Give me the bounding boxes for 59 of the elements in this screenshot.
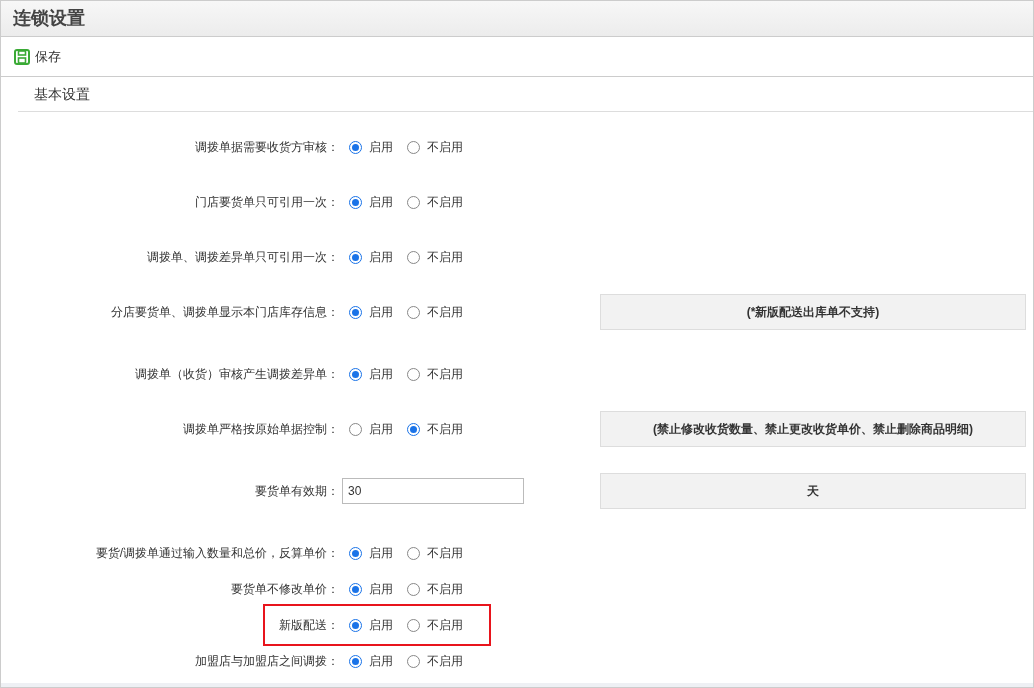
note-panel: (*新版配送出库单不支持) [600, 294, 1026, 330]
setting-label: 调拨单据需要收货方审核： [194, 139, 339, 156]
radio-selected-icon[interactable] [349, 546, 362, 560]
radio-icon[interactable] [407, 582, 420, 596]
input-field[interactable]: 30 [342, 478, 524, 504]
radio-option[interactable]: 启用 [349, 303, 393, 321]
radio-option[interactable]: 不启用 [407, 580, 463, 598]
window-title: 连锁设置 [13, 7, 85, 30]
radio-option[interactable]: 不启用 [407, 652, 463, 670]
radio-option[interactable]: 不启用 [407, 303, 463, 321]
setting-label: 加盟店与加盟店之间调拨： [194, 653, 339, 670]
radio-icon[interactable] [349, 422, 362, 436]
radio-option[interactable]: 启用 [349, 652, 393, 670]
radio-option[interactable]: 不启用 [407, 365, 463, 383]
radio-selected-icon[interactable] [407, 422, 420, 436]
radio-icon[interactable] [407, 305, 420, 319]
setting-label: 门店要货单只可引用一次： [194, 194, 339, 211]
setting-label: 分店要货单、调拨单显示本门店库存信息： [110, 304, 339, 321]
radio-option[interactable]: 启用 [349, 580, 393, 598]
radio-icon[interactable] [407, 546, 420, 560]
note-panel: 天 [600, 473, 1026, 509]
radio-option[interactable]: 启用 [349, 138, 393, 156]
radio-icon[interactable] [407, 654, 420, 668]
radio-icon[interactable] [407, 367, 420, 381]
radio-icon[interactable] [407, 250, 420, 264]
radio-selected-icon[interactable] [349, 140, 362, 154]
radio-selected-icon[interactable] [349, 305, 362, 319]
radio-selected-icon[interactable] [349, 582, 362, 596]
radio-option[interactable]: 不启用 [407, 420, 463, 438]
setting-label: 调拨单（收货）审核产生调拨差异单： [134, 366, 339, 383]
radio-option[interactable]: 启用 [349, 420, 393, 438]
radio-selected-icon[interactable] [349, 195, 362, 209]
radio-option[interactable]: 启用 [349, 544, 393, 562]
radio-option[interactable]: 不启用 [407, 616, 463, 634]
radio-option[interactable]: 不启用 [407, 544, 463, 562]
section-title: 基本设置 [34, 84, 90, 104]
radio-selected-icon[interactable] [349, 367, 362, 381]
setting-label: 要货单有效期： [254, 483, 339, 500]
setting-label: 调拨单、调拨差异单只可引用一次： [146, 249, 339, 266]
save-icon [14, 48, 30, 65]
radio-icon[interactable] [407, 618, 420, 632]
radio-option[interactable]: 启用 [349, 616, 393, 634]
radio-option[interactable]: 不启用 [407, 138, 463, 156]
radio-option[interactable]: 启用 [349, 248, 393, 266]
setting-label: 新版配送： [278, 617, 339, 634]
setting-label: 调拨单严格按原始单据控制： [182, 421, 339, 438]
radio-option[interactable]: 不启用 [407, 193, 463, 211]
setting-label: 要货/调拨单通过输入数量和总价，反算单价： [94, 545, 339, 562]
radio-icon[interactable] [407, 195, 420, 209]
note-panel: (禁止修改收货数量、禁止更改收货单价、禁止删除商品明细) [600, 411, 1026, 447]
radio-option[interactable]: 启用 [349, 193, 393, 211]
radio-option[interactable]: 不启用 [407, 248, 463, 266]
radio-selected-icon[interactable] [349, 654, 362, 668]
radio-selected-icon[interactable] [349, 250, 362, 264]
radio-option[interactable]: 启用 [349, 365, 393, 383]
save-button[interactable]: 保存 [14, 46, 61, 67]
setting-label: 要货单不修改单价： [230, 581, 339, 598]
radio-icon[interactable] [407, 140, 420, 154]
radio-selected-icon[interactable] [349, 618, 362, 632]
